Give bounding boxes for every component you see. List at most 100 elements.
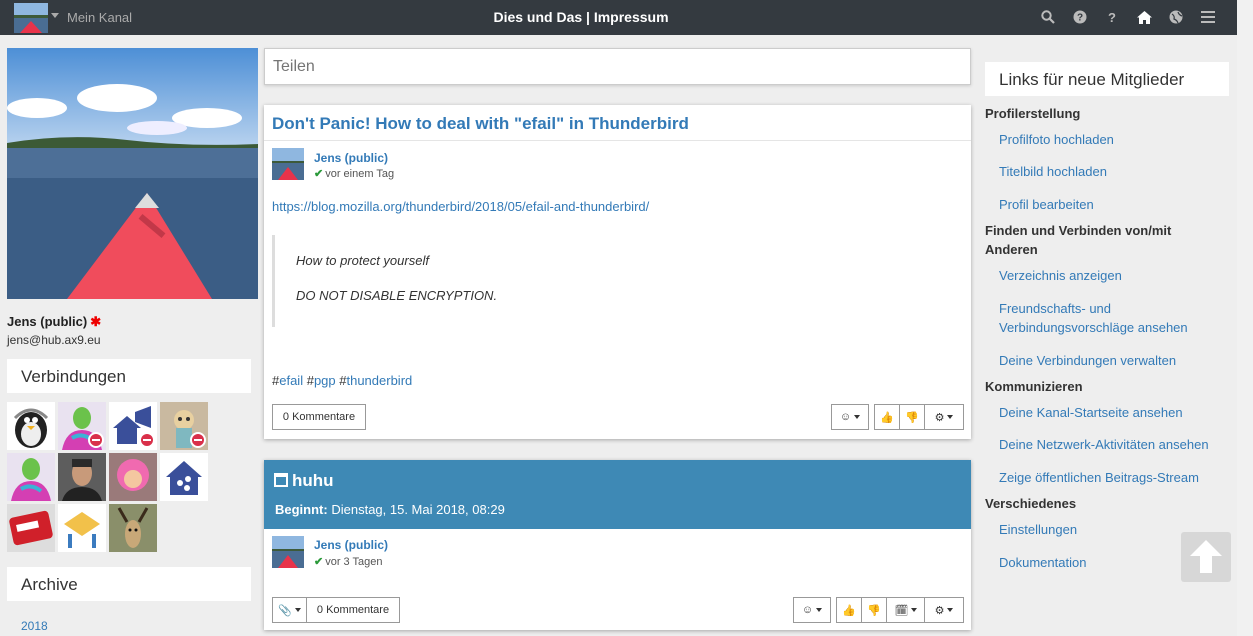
page-title: Dies und Das | Impressum xyxy=(493,9,669,25)
link-network-activity[interactable]: Deine Netzwerk-Aktivitäten ansehen xyxy=(999,435,1219,454)
check-icon: ✔ xyxy=(314,556,324,568)
post-title[interactable]: Don't Panic! How to deal with "efail" in… xyxy=(272,114,689,134)
connection-avatar-antelope[interactable] xyxy=(109,504,157,552)
event-begin: Beginnt: Dienstag, 15. Mai 2018, 08:29 xyxy=(275,502,505,517)
attach-dropdown-button[interactable]: 📎 xyxy=(272,597,307,623)
calendar-dropdown-button[interactable]: 🗓 xyxy=(886,597,926,623)
gear-icon: ⚙ xyxy=(934,604,945,617)
link-upload-profile-photo[interactable]: Profilfoto hochladen xyxy=(999,130,1219,149)
profile-name: Jens (public) ✱ xyxy=(7,314,101,330)
globe-icon[interactable] xyxy=(1167,8,1185,26)
link-channel-home[interactable]: Deine Kanal-Startseite ansehen xyxy=(999,403,1219,422)
link-upload-cover-photo[interactable]: Titelbild hochladen xyxy=(999,162,1219,181)
post-tags: #efail #pgp #thunderbird xyxy=(272,373,413,388)
section-misc: Verschiedenes xyxy=(985,496,1077,511)
asterisk-icon: ✱ xyxy=(90,314,102,329)
help-circle-icon[interactable]: ? xyxy=(1071,8,1089,26)
author-name[interactable]: Jens (public) xyxy=(314,538,388,552)
smile-icon: ☺ xyxy=(801,604,814,616)
home-icon[interactable] xyxy=(1135,8,1153,26)
event-header: huhu Beginnt: Dienstag, 15. Mai 2018, 08… xyxy=(264,460,971,529)
connection-avatar-help-key[interactable] xyxy=(7,504,55,552)
caret-icon xyxy=(854,415,861,419)
caret-icon xyxy=(911,608,918,612)
caret-icon xyxy=(294,608,301,612)
post-card: Don't Panic! How to deal with "efail" in… xyxy=(264,105,971,439)
connection-avatar-honeycomb[interactable] xyxy=(58,504,106,552)
gear-icon: ⚙ xyxy=(934,411,945,424)
calendar-icon xyxy=(274,473,288,487)
connection-avatar-man[interactable] xyxy=(58,453,106,501)
post-link[interactable]: https://blog.mozilla.org/thunderbird/201… xyxy=(272,199,649,214)
event-title-text: huhu xyxy=(292,471,334,490)
profile-address: jens@hub.ax9.eu xyxy=(7,333,101,347)
caret-icon xyxy=(947,608,954,612)
profile-photo[interactable] xyxy=(7,48,258,299)
connection-avatar-tux[interactable] xyxy=(7,402,55,450)
connection-avatar-colorful[interactable] xyxy=(58,402,106,450)
comments-button[interactable]: 0 Kommentare xyxy=(272,404,366,430)
archive-year-link[interactable]: 2018 xyxy=(21,619,48,633)
blockquote: How to protect yourself DO NOT DISABLE E… xyxy=(272,235,852,327)
emoji-reaction-button[interactable]: ☺ xyxy=(831,404,869,430)
tag-link[interactable]: pgp xyxy=(314,373,336,388)
svg-text:?: ? xyxy=(1077,13,1083,24)
caret-icon xyxy=(816,608,823,612)
check-icon: ✔ xyxy=(314,168,324,180)
link-manage-connections[interactable]: Deine Verbindungen verwalten xyxy=(999,351,1219,370)
connection-avatar-colorful-2[interactable] xyxy=(7,453,55,501)
link-friend-suggestions[interactable]: Freundschafts- und Verbindungsvorschläge… xyxy=(999,299,1199,337)
dislike-button[interactable]: 👎 xyxy=(899,404,925,430)
divider xyxy=(264,140,971,141)
quote-line: How to protect yourself xyxy=(296,253,429,268)
connection-avatar-hubzilla[interactable] xyxy=(160,453,208,501)
post-timestamp: ✔ vor 3 Tagen xyxy=(314,555,383,568)
event-begin-value: Dienstag, 15. Mai 2018, 08:29 xyxy=(331,502,505,517)
paperclip-icon: 📎 xyxy=(278,604,292,617)
thumbs-down-icon: 👎 xyxy=(867,604,881,617)
link-edit-profile[interactable]: Profil bearbeiten xyxy=(999,195,1219,214)
connection-avatar-pink[interactable] xyxy=(109,453,157,501)
dislike-button[interactable]: 👎 xyxy=(861,597,887,623)
event-title[interactable]: huhu xyxy=(274,471,334,491)
connection-avatar-figure[interactable] xyxy=(160,402,208,450)
share-box[interactable] xyxy=(264,48,971,85)
link-public-stream[interactable]: Zeige öffentlichen Beitrags-Stream xyxy=(999,468,1219,487)
settings-dropdown-button[interactable]: ⚙ xyxy=(924,404,964,430)
remove-badge-icon xyxy=(139,432,155,448)
thumbs-up-icon: 👍 xyxy=(842,604,856,617)
question-icon[interactable]: ? xyxy=(1103,8,1121,26)
new-member-links-title: Links für neue Mitglieder xyxy=(985,62,1229,96)
author-name[interactable]: Jens (public) xyxy=(314,151,388,165)
post-time-text: vor einem Tag xyxy=(325,168,395,180)
caret-icon xyxy=(947,415,954,419)
calendar-check-icon: 🗓 xyxy=(894,604,909,617)
like-button[interactable]: 👍 xyxy=(874,404,900,430)
section-profile-creation: Profilerstellung xyxy=(985,106,1081,121)
back-to-top-button[interactable] xyxy=(1181,532,1231,582)
event-card: huhu Beginnt: Dienstag, 15. Mai 2018, 08… xyxy=(264,460,971,630)
top-navbar: Mein Kanal Dies und Das | Impressum ? ? xyxy=(0,0,1237,35)
connection-avatar-house-megaphone[interactable] xyxy=(109,402,157,450)
thumbs-up-icon: 👍 xyxy=(880,411,894,424)
link-directory[interactable]: Verzeichnis anzeigen xyxy=(999,266,1219,285)
author-avatar[interactable] xyxy=(272,148,304,180)
smile-icon: ☺ xyxy=(839,411,852,423)
event-time-text: vor 3 Tagen xyxy=(325,556,383,568)
emoji-reaction-button[interactable]: ☺ xyxy=(793,597,831,623)
tag-link[interactable]: thunderbird xyxy=(346,373,412,388)
page-scrollbar[interactable] xyxy=(1237,0,1253,636)
comments-button[interactable]: 0 Kommentare xyxy=(306,597,400,623)
profile-name-text: Jens (public) xyxy=(7,314,88,329)
remove-badge-icon xyxy=(190,432,206,448)
settings-dropdown-button[interactable]: ⚙ xyxy=(924,597,964,623)
menu-icon[interactable] xyxy=(1199,8,1217,26)
quote-line: DO NOT DISABLE ENCRYPTION. xyxy=(296,288,498,303)
author-avatar[interactable] xyxy=(272,536,304,568)
event-begin-label: Beginnt: xyxy=(275,502,328,517)
like-button[interactable]: 👍 xyxy=(836,597,862,623)
tag-link[interactable]: efail xyxy=(279,373,303,388)
search-icon[interactable] xyxy=(1039,8,1057,26)
share-input[interactable] xyxy=(265,49,970,84)
remove-badge-icon xyxy=(88,432,104,448)
